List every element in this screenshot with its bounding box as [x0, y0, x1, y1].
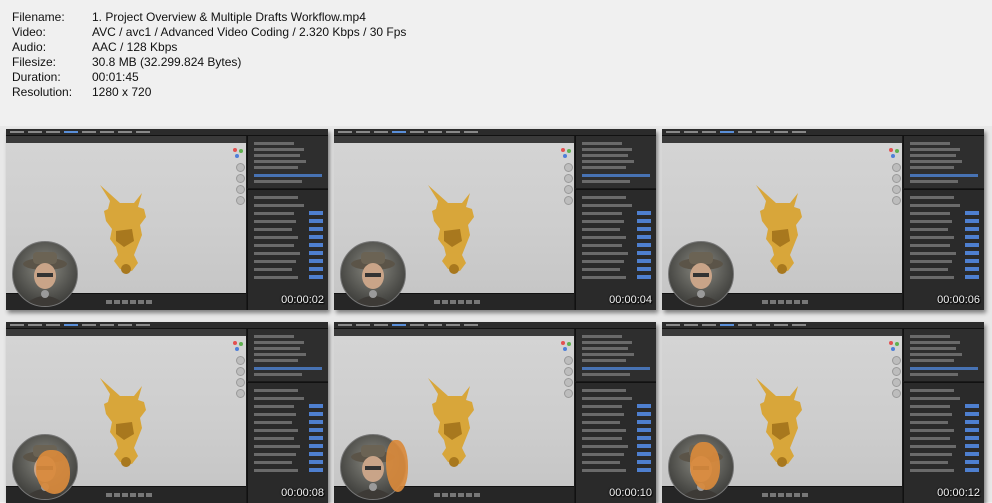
video-thumbnail-5[interactable]: 00:00:10	[334, 322, 656, 503]
axis-gizmo-icon	[560, 339, 572, 351]
pan-nav-icon	[892, 174, 901, 183]
video-thumbnail-2[interactable]: 00:00:04	[334, 129, 656, 310]
pan-nav-icon	[236, 367, 245, 376]
info-value: 30.8 MB (32.299.824 Bytes)	[92, 55, 242, 69]
outliner-panel	[903, 329, 984, 381]
app-menubar	[662, 322, 984, 329]
viewport-toolbar	[334, 136, 574, 143]
info-value: 1280 x 720	[92, 85, 152, 99]
info-row-filename: Filename: 1. Project Overview & Multiple …	[12, 10, 366, 25]
outliner-panel	[247, 136, 328, 188]
app-menubar	[662, 129, 984, 136]
app-menubar	[334, 129, 656, 136]
timestamp-label: 00:00:10	[609, 487, 652, 499]
properties-panel	[575, 189, 656, 310]
camera-nav-icon	[236, 185, 245, 194]
webcam-overlay-icon	[340, 241, 406, 307]
info-label: Audio:	[12, 40, 47, 54]
pan-nav-icon	[564, 174, 573, 183]
camera-nav-icon	[892, 378, 901, 387]
video-thumbnail-4[interactable]: 00:00:08	[6, 322, 328, 503]
camera-nav-icon	[892, 185, 901, 194]
webcam-overlay-icon	[12, 241, 78, 307]
ortho-nav-icon	[564, 196, 573, 205]
properties-panel	[247, 382, 328, 503]
pan-nav-icon	[236, 174, 245, 183]
info-row-video: Video: AVC / avc1 / Advanced Video Coding…	[12, 25, 406, 40]
axis-gizmo-icon	[888, 339, 900, 351]
timestamp-label: 00:00:12	[937, 487, 980, 499]
info-label: Video:	[12, 25, 46, 39]
video-thumbnail-6[interactable]: 00:00:12	[662, 322, 984, 503]
zoom-nav-icon	[236, 163, 245, 172]
info-label: Filesize:	[12, 55, 57, 69]
ortho-nav-icon	[236, 389, 245, 398]
properties-panel	[903, 382, 984, 503]
zoom-nav-icon	[564, 356, 573, 365]
outliner-panel	[903, 136, 984, 188]
info-label: Duration:	[12, 70, 61, 84]
info-value: 1. Project Overview & Multiple Drafts Wo…	[92, 10, 366, 24]
3d-model-icon	[428, 185, 474, 274]
hand-gesture	[36, 450, 70, 494]
3d-model-icon	[756, 185, 802, 274]
outliner-panel	[247, 329, 328, 381]
info-value: AVC / avc1 / Advanced Video Coding / 2.3…	[92, 25, 407, 39]
camera-nav-icon	[564, 378, 573, 387]
info-value: AAC / 128 Kbps	[92, 40, 178, 54]
outliner-panel	[575, 329, 656, 381]
ortho-nav-icon	[236, 196, 245, 205]
3d-model-icon	[100, 185, 146, 274]
camera-nav-icon	[236, 378, 245, 387]
viewport-toolbar	[6, 136, 246, 143]
app-menubar	[6, 322, 328, 329]
properties-panel	[247, 189, 328, 310]
info-row-duration: Duration: 00:01:45	[12, 70, 139, 85]
pan-nav-icon	[564, 367, 573, 376]
properties-panel	[903, 189, 984, 310]
axis-gizmo-icon	[232, 339, 244, 351]
3d-model-icon	[756, 378, 802, 467]
3d-model-icon	[428, 378, 474, 467]
info-row-audio: Audio: AAC / 128 Kbps	[12, 40, 177, 55]
viewport-toolbar	[662, 136, 902, 143]
video-thumbnail-3[interactable]: 00:00:06	[662, 129, 984, 310]
axis-gizmo-icon	[560, 146, 572, 158]
viewport-toolbar	[662, 329, 902, 336]
properties-panel	[575, 382, 656, 503]
hand-gesture	[386, 440, 408, 492]
ortho-nav-icon	[892, 389, 901, 398]
webcam-overlay-icon	[668, 241, 734, 307]
axis-gizmo-icon	[232, 146, 244, 158]
timestamp-label: 00:00:06	[937, 294, 980, 306]
info-value: 00:01:45	[92, 70, 139, 84]
info-row-resolution: Resolution: 1280 x 720	[12, 85, 151, 100]
info-label: Resolution:	[12, 85, 73, 99]
timestamp-label: 00:00:02	[281, 294, 324, 306]
zoom-nav-icon	[236, 356, 245, 365]
info-row-filesize: Filesize: 30.8 MB (32.299.824 Bytes)	[12, 55, 241, 70]
hand-gesture	[690, 442, 720, 490]
pan-nav-icon	[892, 367, 901, 376]
app-menubar	[6, 129, 328, 136]
axis-gizmo-icon	[888, 146, 900, 158]
info-label: Filename:	[12, 10, 65, 24]
3d-model-icon	[100, 378, 146, 467]
timestamp-label: 00:00:04	[609, 294, 652, 306]
app-menubar	[334, 322, 656, 329]
ortho-nav-icon	[564, 389, 573, 398]
zoom-nav-icon	[892, 356, 901, 365]
ortho-nav-icon	[892, 196, 901, 205]
viewport-toolbar	[334, 329, 574, 336]
zoom-nav-icon	[892, 163, 901, 172]
viewport-toolbar	[6, 329, 246, 336]
video-thumbnail-1[interactable]: 00:00:02	[6, 129, 328, 310]
timestamp-label: 00:00:08	[281, 487, 324, 499]
outliner-panel	[575, 136, 656, 188]
camera-nav-icon	[564, 185, 573, 194]
media-info-header: Filename: 1. Project Overview & Multiple …	[0, 0, 992, 126]
zoom-nav-icon	[564, 163, 573, 172]
